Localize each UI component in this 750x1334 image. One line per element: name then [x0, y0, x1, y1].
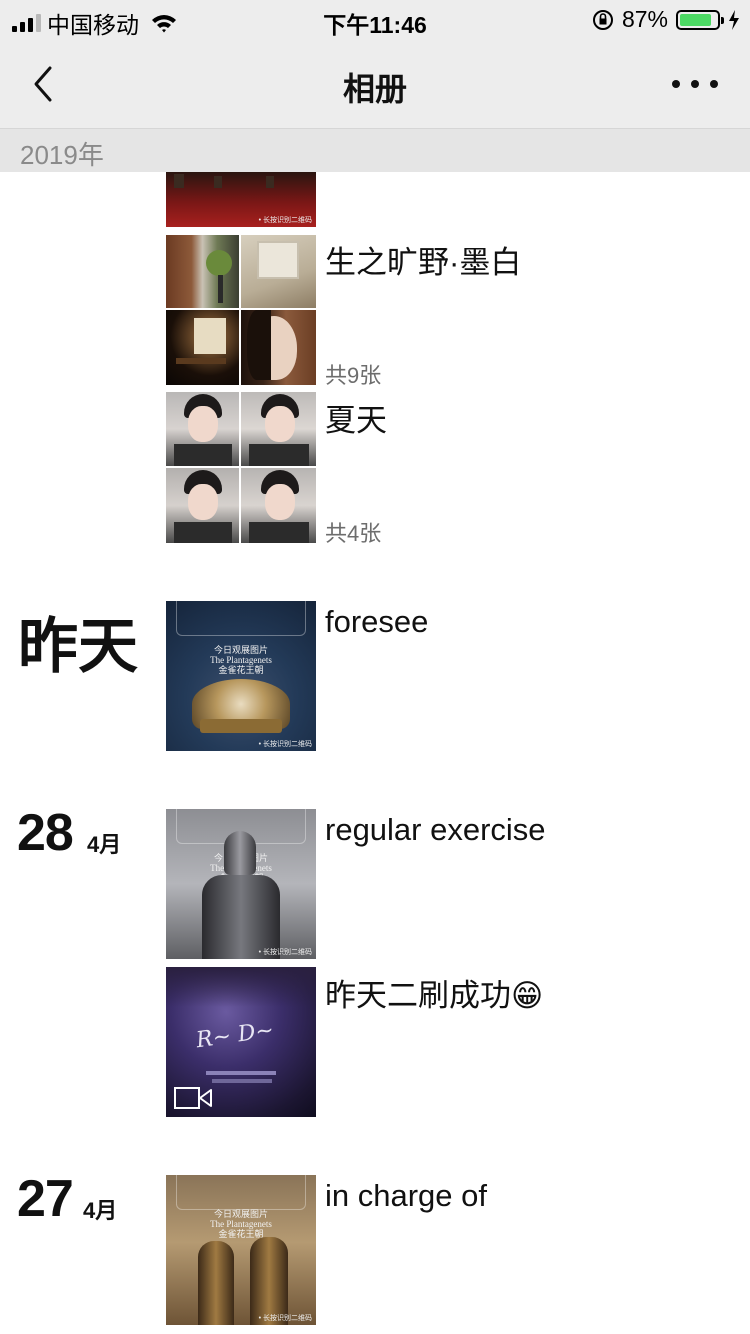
post-title-text: 昨天二刷成功: [325, 978, 511, 1013]
photo-thumbnail[interactable]: [166, 310, 239, 385]
date-day: 27: [17, 1170, 74, 1228]
post-title: foresee: [325, 604, 429, 639]
date-month: 4月: [83, 1198, 118, 1223]
album-title: 生之旷野·墨白: [325, 245, 522, 280]
battery-fill: [680, 13, 711, 26]
post-title: regular exercise: [325, 812, 546, 847]
photo-thumbnail[interactable]: 今日观展图片The Plantagenets金雀花王朝 • 长按识别二维码: [166, 601, 316, 751]
page-title: 相册: [342, 71, 407, 107]
photo-count: 共4张: [325, 521, 382, 546]
photo-thumbnail[interactable]: 今日观展图片The Plantagenets金雀花王朝 • 长按识别二维码: [166, 809, 316, 959]
album-title: 夏天: [325, 403, 387, 438]
status-right: 87%: [592, 6, 740, 33]
year-header: 2019年: [0, 128, 750, 172]
photo-thumbnail[interactable]: [241, 468, 316, 543]
photo-thumbnail[interactable]: [241, 235, 316, 308]
nav-bar: 相册: [0, 40, 750, 128]
photo-thumbnail[interactable]: [166, 235, 239, 308]
photo-thumbnail[interactable]: 今日观展图片The Plantagenets金雀花王朝 • 长按识别二维码: [166, 1175, 316, 1325]
photo-thumbnail[interactable]: [241, 310, 316, 385]
video-camera-icon: [174, 1087, 212, 1109]
date-label: 昨天: [18, 613, 138, 680]
photo-thumbnail[interactable]: [166, 392, 239, 466]
battery-percent: 87%: [621, 6, 668, 32]
orientation-lock-icon: [592, 9, 613, 30]
battery-icon: [676, 9, 724, 30]
more-dots-icon[interactable]: [672, 70, 718, 98]
video-thumbnail[interactable]: R~ D~: [166, 967, 316, 1117]
status-bar: 中国移动 下午11:46 87%: [0, 0, 750, 40]
date-day: 28: [17, 804, 74, 862]
photo-thumbnail[interactable]: [241, 392, 316, 466]
date-month: 4月: [87, 832, 122, 857]
year-label: 2019年: [20, 140, 104, 170]
post-title: in charge of: [325, 1178, 487, 1213]
grin-emoji: 😁: [511, 978, 544, 1013]
post-title: 昨天二刷成功😁: [325, 970, 543, 1015]
photo-thumbnail[interactable]: • 长按识别二维码: [166, 172, 316, 227]
photo-thumbnail[interactable]: [166, 468, 239, 543]
bolt-icon: [729, 9, 739, 30]
photo-count: 共9张: [325, 363, 382, 388]
